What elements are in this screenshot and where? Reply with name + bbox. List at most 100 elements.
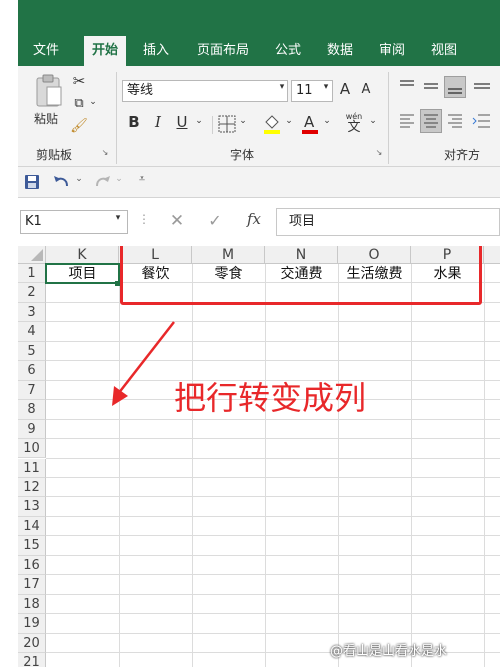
select-all-corner[interactable] [18,246,46,264]
insert-function-icon[interactable]: fx [244,210,264,228]
phonetic-bottom: 文 [347,120,361,135]
font-name-box[interactable]: 等线 [122,80,288,102]
row-header[interactable]: 4 [18,322,46,342]
row-header[interactable]: 18 [18,594,46,615]
paste-label[interactable]: 粘贴 [34,110,58,127]
row-header[interactable]: 9 [18,419,46,440]
row-header[interactable]: 19 [18,614,46,634]
phonetic-icon[interactable]: wén 文 [344,112,364,135]
italic-button[interactable]: I [150,113,166,131]
row-header[interactable]: 1 [18,264,46,284]
outside-strip [0,0,18,667]
grid-line [46,535,500,537]
indent-icon[interactable] [472,112,492,134]
grid-line [46,418,500,420]
row-header[interactable]: 15 [18,536,46,556]
underline-button[interactable]: U [174,113,190,131]
column-header[interactable] [484,246,500,264]
column-header[interactable]: K [46,246,119,264]
spreadsheet-grid[interactable]: K L M N O P 1 2 3 4 5 6 7 8 9 10 11 12 13 14 15 16 17 18 1… [18,246,500,667]
quick-access-toolbar [18,167,500,198]
grid-line [411,264,412,667]
font-color-icon[interactable]: A [300,112,320,138]
tab-view[interactable]: 视图 [424,36,464,66]
clipboard-group-label: 剪贴板 [36,148,73,162]
align-left-icon[interactable] [398,112,416,134]
row-header[interactable]: 21 [18,653,46,667]
row-header[interactable]: 5 [18,341,46,362]
cut-icon[interactable]: ✂ [70,72,88,90]
font-launcher-icon[interactable]: ↘ [374,148,384,157]
tab-page-layout[interactable]: 页面布局 [188,36,258,66]
row-header[interactable]: 20 [18,633,46,653]
copy-icon[interactable]: ⧉ [70,96,88,111]
bold-button[interactable]: B [126,113,142,131]
orientation-icon[interactable] [472,78,492,98]
fill-color-dropdown-icon[interactable]: ⌄ [284,116,294,126]
font-group-label: 字体 [230,148,255,162]
underline-dropdown-icon[interactable]: ⌄ [194,116,204,126]
svg-text:A: A [304,113,315,131]
confirm-entry-icon[interactable]: ✓ [206,211,224,230]
grid-line [192,264,193,667]
group-separator [116,72,117,164]
grid-line [265,264,266,667]
fill-color-icon[interactable] [262,112,282,138]
align-center-icon[interactable] [420,109,442,133]
phonetic-dropdown-icon[interactable]: ⌄ [368,116,378,126]
shrink-font-icon[interactable]: A [360,82,372,97]
grid-line [46,476,500,478]
grid-line [46,554,500,556]
grid-line [46,457,500,459]
active-cell-border [45,263,120,284]
row-header[interactable]: 14 [18,516,46,537]
tab-formulas[interactable]: 公式 [268,36,308,66]
copy-dropdown-icon[interactable]: ⌄ [88,97,98,107]
grid-line [46,515,500,517]
formula-bar-grip-icon: ⋮ [138,212,150,226]
redo-icon[interactable] [92,172,112,194]
grid-line [46,574,500,576]
border-dropdown-icon[interactable]: ⌄ [238,116,248,126]
name-box-dropdown-icon[interactable]: ▾ [112,213,124,223]
save-icon[interactable] [24,174,40,194]
row-header[interactable]: 3 [18,302,46,323]
tab-insert[interactable]: 插入 [136,36,176,66]
format-painter-icon[interactable]: 🖌 [70,118,88,134]
tab-review[interactable]: 审阅 [372,36,412,66]
formula-input[interactable]: 项目 [276,208,500,236]
border-icon[interactable] [218,115,236,137]
row-header[interactable]: 11 [18,458,46,478]
clipboard-launcher-icon[interactable]: ↘ [100,148,110,157]
row-header[interactable]: 2 [18,283,46,303]
tab-home[interactable]: 开始 [84,36,126,66]
grid-line [338,264,339,667]
redo-dropdown-icon[interactable]: ⌄ [114,174,124,184]
align-bottom-icon[interactable] [444,76,466,98]
align-right-icon[interactable] [446,112,464,134]
row-header[interactable]: 17 [18,575,46,595]
red-arrow-icon [100,320,180,416]
font-color-dropdown-icon[interactable]: ⌄ [322,116,332,126]
row-header[interactable]: 6 [18,361,46,381]
row-header[interactable]: 12 [18,477,46,498]
grid-line [46,632,500,634]
grow-font-icon[interactable]: A [338,80,352,98]
undo-dropdown-icon[interactable]: ⌄ [74,174,84,184]
undo-icon[interactable] [52,172,72,194]
cancel-entry-icon[interactable]: ✕ [168,211,186,231]
font-name-dropdown-icon[interactable]: ▾ [276,82,288,92]
customize-qat-icon[interactable]: ⩡ [136,172,148,186]
grid-line [484,264,485,667]
row-header[interactable]: 10 [18,439,46,459]
paste-icon[interactable] [34,74,64,108]
font-size-dropdown-icon[interactable]: ▾ [320,82,332,92]
row-header[interactable]: 8 [18,400,46,420]
align-middle-icon[interactable] [422,78,440,98]
tab-data[interactable]: 数据 [320,36,360,66]
tab-file[interactable]: 文件 [24,36,68,66]
row-header[interactable]: 7 [18,380,46,401]
row-header[interactable]: 13 [18,497,46,517]
row-header[interactable]: 16 [18,555,46,576]
align-top-icon[interactable] [398,78,416,98]
